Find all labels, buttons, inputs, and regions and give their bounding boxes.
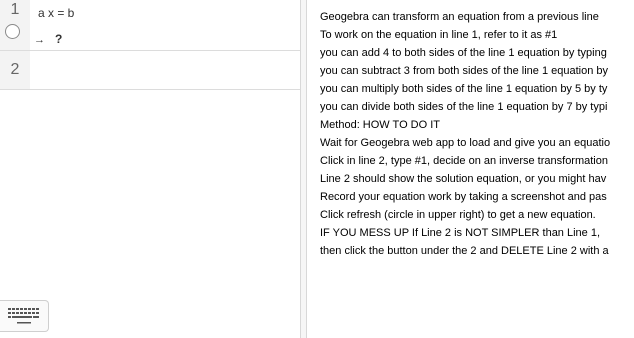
arrow-right-icon: →	[34, 34, 45, 46]
panel-divider[interactable]	[300, 0, 307, 338]
instructions-text: Geogebra can transform an equation from …	[320, 8, 610, 260]
equation-input[interactable]: a x = b	[38, 6, 74, 20]
algebra-input[interactable]	[30, 51, 300, 89]
instruction-line: you can subtract 3 from both sides of th…	[320, 65, 609, 77]
instruction-line: Wait for Geogebra web app to load and gi…	[320, 137, 611, 149]
instruction-line: Method: HOW TO DO IT	[320, 119, 441, 131]
instruction-line: Record your equation work by taking a sc…	[320, 191, 607, 203]
keyboard-icon	[8, 308, 39, 324]
row-number: 2	[10, 61, 20, 78]
instruction-line: you can divide both sides of the line 1 …	[320, 101, 608, 113]
instruction-line: then click the button under the 2 and DE…	[320, 245, 609, 257]
instruction-line: you can multiply both sides of the line …	[320, 83, 608, 95]
instruction-line: IF YOU MESS UP If Line 2 is NOT SIMPLER …	[320, 227, 601, 239]
instruction-line: you can add 4 to both sides of the line …	[320, 47, 607, 59]
instruction-line: Line 2 should show the solution equation…	[320, 173, 607, 185]
instruction-line: Click in line 2, type #1, decide on an i…	[320, 155, 608, 167]
equation-output: →?	[34, 32, 62, 46]
algebra-panel: 1 a x = b →? 2	[0, 0, 300, 338]
row-number: 1	[10, 1, 20, 18]
keyboard-button[interactable]	[0, 300, 49, 332]
instruction-line: To work on the equation in line 1, refer…	[320, 29, 558, 41]
visibility-toggle-icon[interactable]	[5, 24, 20, 39]
output-value: ?	[55, 32, 63, 46]
algebra-row-2[interactable]: 2	[0, 51, 300, 90]
instruction-line: Click refresh (circle in upper right) to…	[320, 209, 596, 221]
algebra-row-1[interactable]: 1 a x = b →?	[0, 0, 300, 51]
instructions-panel: Geogebra can transform an equation from …	[308, 0, 634, 338]
instruction-line: Geogebra can transform an equation from …	[320, 11, 599, 23]
